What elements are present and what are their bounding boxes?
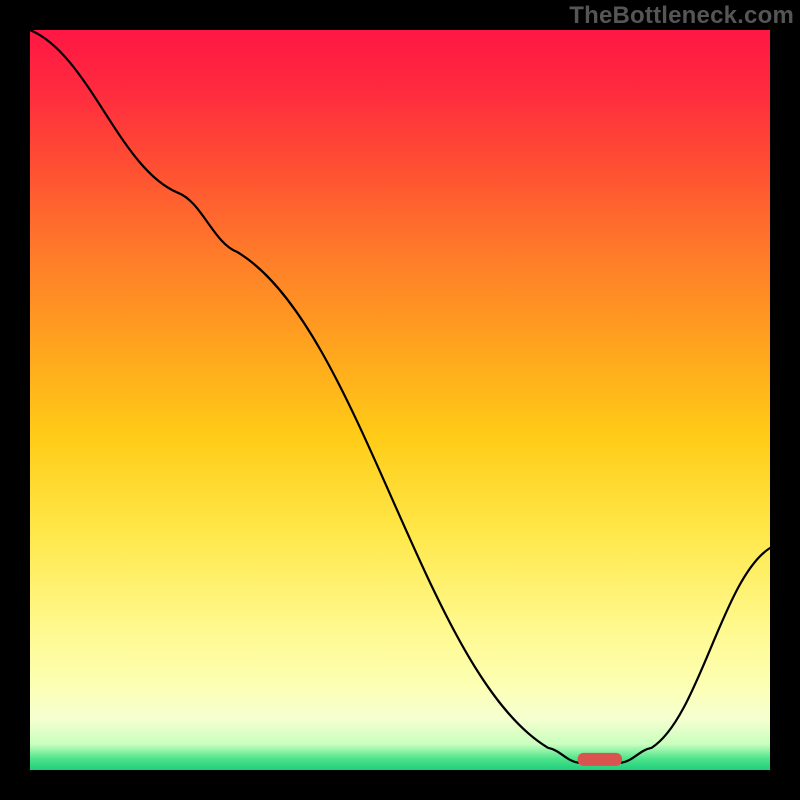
optimal-marker [578, 753, 622, 766]
chart-frame: { "watermark": "TheBottleneck.com", "col… [0, 0, 800, 800]
watermark-text: TheBottleneck.com [569, 2, 794, 30]
gradient-background [30, 30, 770, 770]
bottleneck-chart [0, 0, 800, 800]
